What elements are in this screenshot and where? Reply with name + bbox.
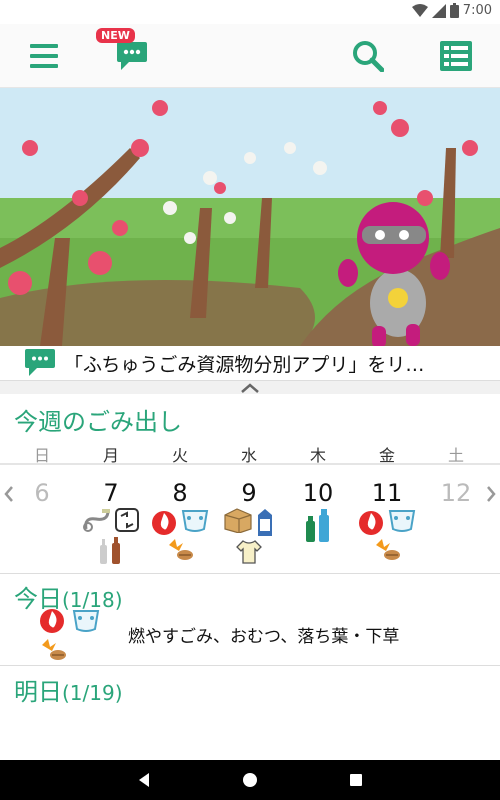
day-number: 11 bbox=[371, 479, 403, 507]
home-circle-icon bbox=[243, 773, 257, 787]
status-icons: 7:00 bbox=[411, 3, 492, 18]
burnable-flame-icon bbox=[152, 511, 176, 535]
day-cell-9[interactable]: 9 bbox=[215, 465, 283, 573]
app-bar: NEW bbox=[0, 24, 500, 88]
day-cell-6[interactable]: 6 bbox=[8, 465, 76, 573]
day-cell-8[interactable]: 8 bbox=[146, 465, 214, 573]
week-days: 6 7 8 9 10 11 12 bbox=[0, 465, 500, 573]
recents-square-icon bbox=[350, 774, 362, 786]
burnable-flame-icon bbox=[40, 609, 64, 633]
pet-bottle-icon bbox=[306, 509, 329, 542]
day-number: 10 bbox=[302, 479, 334, 507]
day-headers: 日 月 火 水 木 金 土 bbox=[8, 442, 492, 465]
chevron-up-icon bbox=[241, 382, 259, 393]
day-icons bbox=[146, 507, 214, 563]
leaves-icon bbox=[42, 639, 66, 660]
banner-image[interactable] bbox=[0, 88, 500, 346]
diaper-icon bbox=[388, 510, 416, 532]
search-icon bbox=[353, 41, 384, 72]
week-title: 今週のごみ出し bbox=[14, 408, 182, 436]
back-triangle-icon bbox=[139, 773, 149, 787]
recycle-plastic-icon bbox=[115, 508, 139, 532]
bottle-icon bbox=[100, 537, 120, 564]
home-button[interactable] bbox=[220, 760, 280, 800]
day-number: 6 bbox=[34, 479, 50, 507]
list-icon bbox=[440, 41, 472, 71]
day-icons bbox=[284, 507, 352, 543]
system-nav-bar bbox=[0, 760, 500, 800]
day-icons bbox=[215, 507, 283, 565]
news-ticker[interactable]: 「ふちゅうごみ資源物分別アプリ」をリ… bbox=[0, 346, 500, 380]
burnable-flame-icon bbox=[359, 511, 383, 535]
battery-icon bbox=[449, 3, 459, 18]
today-garbage-types: 燃やすごみ、おむつ、落ち葉・下草 bbox=[128, 627, 400, 647]
day-cell-12[interactable]: 12 bbox=[422, 465, 490, 573]
day-cell-7[interactable]: 7 bbox=[77, 465, 145, 573]
today-icons bbox=[38, 605, 118, 667]
hose-icon bbox=[83, 509, 110, 532]
back-button[interactable] bbox=[114, 760, 174, 800]
list-button[interactable] bbox=[426, 24, 486, 88]
divider bbox=[0, 573, 500, 574]
day-number: 12 bbox=[440, 479, 472, 507]
menu-icon bbox=[30, 44, 58, 68]
day-cell-10[interactable]: 10 bbox=[284, 465, 352, 573]
diaper-icon bbox=[72, 610, 100, 632]
status-time: 7:00 bbox=[462, 3, 492, 18]
day-icons bbox=[353, 507, 421, 563]
collapse-handle[interactable] bbox=[0, 380, 500, 394]
news-text: 「ふちゅうごみ資源物分別アプリ」をリ… bbox=[64, 353, 425, 376]
diaper-icon bbox=[181, 510, 209, 532]
day-number: 9 bbox=[241, 479, 257, 507]
clothes-icon bbox=[236, 540, 262, 564]
day-number: 7 bbox=[103, 479, 119, 507]
news-chat-icon bbox=[20, 348, 60, 378]
day-icons bbox=[77, 507, 145, 565]
divider bbox=[0, 665, 500, 666]
leaves-icon bbox=[169, 539, 193, 560]
day-number: 8 bbox=[172, 479, 188, 507]
wifi-icon bbox=[411, 3, 428, 17]
milk-carton-icon bbox=[258, 509, 272, 536]
new-badge: NEW bbox=[96, 28, 135, 43]
cardboard-box-icon bbox=[224, 508, 252, 533]
signal-icon bbox=[431, 3, 446, 18]
tomorrow-heading: 明日(1/19) bbox=[14, 672, 123, 707]
day-cell-11[interactable]: 11 bbox=[353, 465, 421, 573]
chat-bubble-icon bbox=[117, 42, 147, 70]
status-bar: 7:00 bbox=[0, 0, 500, 24]
search-button[interactable] bbox=[338, 24, 398, 88]
plum-blossom-scene-illustration bbox=[0, 88, 500, 346]
menu-button[interactable] bbox=[14, 24, 74, 88]
recents-button[interactable] bbox=[326, 760, 386, 800]
leaves-icon bbox=[376, 539, 400, 560]
tomorrow-label: 明日 bbox=[14, 678, 62, 706]
tomorrow-date: (1/19) bbox=[62, 681, 123, 705]
